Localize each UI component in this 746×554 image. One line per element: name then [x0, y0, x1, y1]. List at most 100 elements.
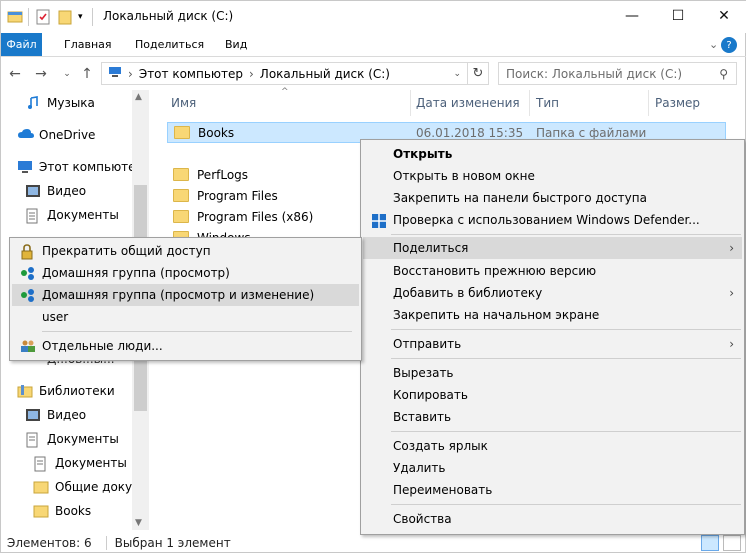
- recent-locations-icon[interactable]: ⌄: [57, 64, 77, 84]
- address-bar[interactable]: › Этот компьютер › Локальный диск (C:) ⌄: [101, 62, 468, 85]
- file-name: Books: [198, 125, 235, 140]
- folder-icon: [173, 168, 189, 181]
- documents-icon: [25, 208, 41, 224]
- new-folder-icon[interactable]: [58, 8, 72, 26]
- nav-item-label: OneDrive: [39, 128, 96, 142]
- file-date: 06.01.2018 15:35: [416, 125, 524, 140]
- menu-item-restore-version[interactable]: Восстановить прежнюю версию: [363, 260, 596, 282]
- column-divider[interactable]: [410, 90, 411, 116]
- properties-icon[interactable]: [35, 8, 51, 26]
- nav-item-music[interactable]: Музыка: [25, 92, 95, 114]
- nav-item-label: Музыка: [47, 96, 95, 110]
- menu-item-user[interactable]: user: [12, 306, 68, 328]
- tab-home[interactable]: Главная: [56, 33, 120, 56]
- divider: [28, 8, 29, 26]
- menu-item-specific-people[interactable]: Отдельные люди...: [12, 335, 163, 357]
- breadcrumb-this-pc[interactable]: Этот компьютер: [139, 67, 243, 81]
- menu-item-cut[interactable]: Вырезать: [363, 362, 454, 384]
- submenu-arrow-icon: ›: [729, 286, 734, 300]
- menu-separator: [391, 504, 741, 505]
- menu-item-create-shortcut[interactable]: Создать ярлык: [363, 435, 488, 457]
- column-divider[interactable]: [648, 90, 649, 116]
- nav-item-lib-video[interactable]: Видео: [25, 404, 86, 426]
- column-name[interactable]: Имя: [171, 90, 196, 116]
- menu-item-label: Прекратить общий доступ: [42, 244, 211, 258]
- nav-item-this-pc[interactable]: Этот компьютер: [17, 156, 143, 178]
- nav-item-books[interactable]: Books: [33, 500, 91, 522]
- menu-item-share[interactable]: Поделиться ›: [363, 237, 742, 259]
- breadcrumb-separator: ›: [248, 66, 254, 81]
- status-item-count: Элементов: 6: [7, 536, 92, 550]
- customize-qa-icon[interactable]: ▾: [78, 8, 83, 26]
- window-title: Локальный диск (C:): [103, 9, 234, 23]
- documents-icon: [33, 456, 49, 472]
- menu-item-label: Поделиться: [393, 241, 469, 255]
- menu-item-pin-start[interactable]: Закрепить на начальном экране: [363, 304, 599, 326]
- column-type[interactable]: Тип: [536, 90, 559, 116]
- column-size[interactable]: Размер: [655, 90, 700, 116]
- scroll-down-icon[interactable]: ▼: [135, 518, 142, 528]
- help-icon[interactable]: ?: [721, 37, 737, 53]
- search-icon: ⚲: [719, 66, 728, 81]
- menu-item-homegroup-view-edit[interactable]: Домашняя группа (просмотр и изменение): [12, 284, 359, 306]
- breadcrumb-local-disk[interactable]: Локальный диск (C:): [260, 67, 390, 81]
- menu-separator: [391, 329, 741, 330]
- nav-item-libraries[interactable]: Библиотеки: [17, 380, 115, 402]
- nav-item-shared-docs[interactable]: Общие докум: [33, 476, 141, 498]
- close-button[interactable]: ✕: [701, 1, 746, 31]
- libraries-icon: [17, 384, 33, 398]
- menu-item-send-to[interactable]: Отправить ›: [363, 333, 742, 355]
- nav-item-label: Документы: [47, 208, 119, 222]
- folder-icon: [33, 504, 49, 518]
- homegroup-icon: [20, 288, 36, 302]
- up-arrow-icon[interactable]: ↑: [77, 64, 97, 84]
- menu-item-delete[interactable]: Удалить: [363, 457, 446, 479]
- scroll-up-icon[interactable]: ▲: [135, 92, 142, 102]
- menu-item-add-to-library[interactable]: Добавить в библиотеку ›: [363, 282, 742, 304]
- nav-item-lib-documents[interactable]: Документы: [25, 428, 119, 450]
- tab-share[interactable]: Поделиться: [127, 33, 212, 56]
- nav-item-documents[interactable]: Документы: [25, 204, 119, 226]
- nav-item-label: Документы: [47, 432, 119, 446]
- nav-item-label: Видео: [47, 184, 87, 198]
- menu-item-open-new-window[interactable]: Открыть в новом окне: [363, 165, 535, 187]
- ribbon-tabs: Файл Главная Поделиться Вид ⌄ ?: [1, 33, 746, 57]
- menu-item-pin-quick-access[interactable]: Закрепить на панели быстрого доступа: [363, 187, 647, 209]
- refresh-button[interactable]: ↻: [467, 62, 489, 85]
- maximize-button[interactable]: ☐: [655, 1, 701, 31]
- nav-item-label: Общие докум: [55, 480, 142, 494]
- context-menu: Открыть Открыть в новом окне Закрепить н…: [360, 139, 745, 535]
- nav-item-label: Этот компьютер: [39, 160, 144, 174]
- column-date[interactable]: Дата изменения: [416, 90, 520, 116]
- computer-icon: [17, 160, 33, 174]
- address-dropdown-icon[interactable]: ⌄: [453, 69, 461, 79]
- menu-separator: [391, 431, 741, 432]
- nav-item-video[interactable]: Видео: [25, 180, 86, 202]
- folder-icon: [173, 189, 189, 202]
- menu-item-open[interactable]: Открыть: [363, 143, 452, 165]
- menu-item-stop-sharing[interactable]: Прекратить общий доступ: [12, 240, 211, 262]
- file-name: PerfLogs: [197, 167, 249, 182]
- menu-item-properties[interactable]: Свойства: [363, 508, 452, 530]
- details-view-icon[interactable]: [701, 535, 719, 551]
- tab-view[interactable]: Вид: [217, 33, 255, 56]
- menu-item-label: Отправить: [393, 337, 462, 351]
- menu-item-defender-scan[interactable]: Проверка с использованием Windows Defend…: [363, 209, 700, 231]
- submenu-arrow-icon: ›: [729, 337, 734, 351]
- menu-item-copy[interactable]: Копировать: [363, 384, 468, 406]
- forward-arrow-icon[interactable]: →: [31, 64, 51, 84]
- column-divider[interactable]: [529, 90, 530, 116]
- nav-item-lib-documents-sub[interactable]: Документы: [33, 452, 127, 474]
- folder-icon: [173, 210, 189, 223]
- minimize-button[interactable]: —: [609, 1, 655, 31]
- menu-item-paste[interactable]: Вставить: [363, 406, 451, 428]
- sort-up-icon: ^: [281, 87, 289, 97]
- nav-item-label: Документы: [55, 456, 127, 470]
- menu-item-rename[interactable]: Переименовать: [363, 479, 492, 501]
- nav-item-onedrive[interactable]: OneDrive: [17, 124, 95, 146]
- large-icons-view-icon[interactable]: [723, 535, 741, 551]
- menu-item-homegroup-view[interactable]: Домашняя группа (просмотр): [12, 262, 230, 284]
- tab-file[interactable]: Файл: [1, 33, 42, 56]
- search-input[interactable]: Поиск: Локальный диск (C:) ⚲: [498, 62, 737, 85]
- back-arrow-icon[interactable]: ←: [5, 64, 25, 84]
